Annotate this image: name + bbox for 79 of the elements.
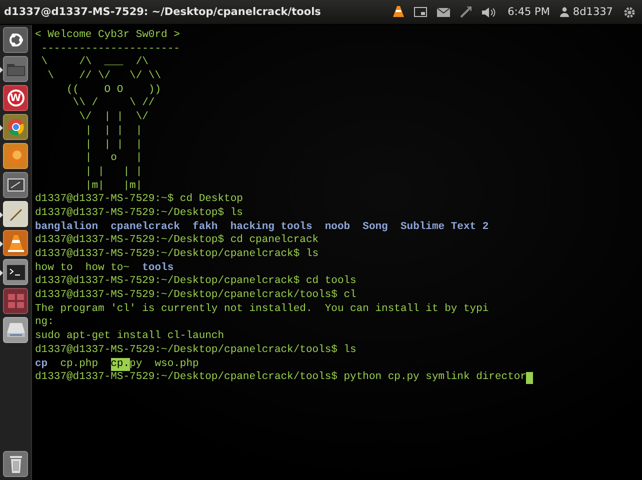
drawing-app-button[interactable] xyxy=(3,172,28,198)
command-text: cl xyxy=(344,289,356,303)
terminal-icon xyxy=(6,264,24,280)
command-text: cd Desktop xyxy=(180,193,243,207)
ascii-art-line: | | | | xyxy=(84,124,142,138)
command-text: ls xyxy=(344,344,356,358)
ascii-art-line: | o | xyxy=(84,152,142,166)
ring-icon xyxy=(6,88,26,108)
circle-logo-icon xyxy=(8,32,24,48)
directory-name: cp xyxy=(35,358,48,371)
monitor-icon[interactable] xyxy=(414,6,427,18)
ascii-art-line: \\ / \ // xyxy=(72,97,155,111)
directory-name: tools xyxy=(142,262,174,275)
traffic-cone-icon[interactable] xyxy=(392,6,404,18)
directory-name: Sublime Text 2 xyxy=(400,220,489,234)
ascii-art-line: \ // \/ \/ \\ xyxy=(46,70,162,84)
ascii-art-line: | | | | xyxy=(84,138,142,152)
trash-can-icon xyxy=(8,456,22,472)
tablet-icon xyxy=(6,178,24,192)
globe-icon xyxy=(6,147,24,165)
directory-name: fakh xyxy=(192,220,218,234)
traffic-cone-icon xyxy=(8,234,24,252)
shell-prompt: d1337@d1337-MS-7529:~$ xyxy=(35,193,174,207)
shell-prompt: d1337@d1337-MS-7529:~/Desktop/cpanelcrack$ xyxy=(35,275,300,289)
folder-icon xyxy=(6,62,24,76)
directory-name: noob xyxy=(324,220,350,234)
dash-button[interactable] xyxy=(3,27,28,53)
ascii-art-line: (( O O )) xyxy=(66,84,162,97)
envelope-icon[interactable] xyxy=(436,8,450,16)
files-button[interactable] xyxy=(3,56,28,82)
directory-name: banglalion xyxy=(35,220,98,234)
shell-prompt: d1337@d1337-MS-7529:~/Desktop$ xyxy=(35,234,224,248)
directory-name: hacking tools xyxy=(230,220,312,234)
app-letter: W xyxy=(10,92,22,104)
directory-name: Song xyxy=(362,220,388,234)
browser-button[interactable] xyxy=(3,114,28,140)
text-editor-button[interactable] xyxy=(3,201,28,227)
command-text: ls xyxy=(306,248,319,262)
trash-button[interactable] xyxy=(3,451,28,477)
terminal-button[interactable] xyxy=(3,259,28,285)
shell-prompt: d1337@d1337-MS-7529:~/Desktop/cpanelcrack/tools$ xyxy=(35,371,338,385)
command-text: cd cpanelcrack xyxy=(230,234,319,248)
file-name: cp.php xyxy=(60,358,98,371)
file-name: cp.py xyxy=(110,358,142,372)
ascii-art-line: |m| |m| xyxy=(84,180,142,193)
command-text: ls xyxy=(230,206,243,221)
ascii-art-line: \/ | | \/ xyxy=(78,111,148,125)
drive-button[interactable] xyxy=(3,317,28,343)
output-text: ng: xyxy=(35,316,54,330)
shell-prompt: d1337@d1337-MS-7529:~/Desktop/cpanelcrack$ xyxy=(35,248,300,262)
settings-icon[interactable] xyxy=(623,6,636,18)
ascii-art-line: \ /\ ___ /\ xyxy=(40,56,148,70)
directory-name: cpanelcrack xyxy=(110,220,180,234)
drive-icon xyxy=(6,323,24,337)
ascii-art-line: ---------------------- xyxy=(40,42,180,56)
person-icon[interactable] xyxy=(560,7,569,17)
clock[interactable]: 6:45 PM xyxy=(508,6,550,18)
command-text: python cp.py symlink director xyxy=(344,371,526,385)
round-logo-icon xyxy=(6,118,24,136)
file-name: how to~ xyxy=(85,262,130,275)
file-name: how to xyxy=(35,262,73,275)
window-title: d1337@d1337-MS-7529: ~/Desktop/cpanelcrack/tools xyxy=(4,6,322,18)
shell-prompt: d1337@d1337-MS-7529:~/Desktop/cpanelcrack/tools$ xyxy=(35,289,338,303)
workspace-switcher-button[interactable] xyxy=(3,288,28,314)
media-player-button[interactable] xyxy=(3,230,28,256)
shell-prompt: d1337@d1337-MS-7529:~/Desktop/cpanelcrack/tools$ xyxy=(35,344,338,358)
file-name: wso.php xyxy=(154,358,199,371)
output-text: The program 'cl' is currently not installed. You can install it by typi xyxy=(35,302,489,316)
command-text: cd tools xyxy=(306,275,356,289)
grid-icon xyxy=(6,293,24,309)
ascii-art-line: < Welcome Cyb3r Sw0rd > xyxy=(35,29,180,43)
app-button[interactable]: W xyxy=(3,85,28,111)
shell-prompt: d1337@d1337-MS-7529:~/Desktop$ xyxy=(35,206,224,221)
pen-icon xyxy=(8,206,24,222)
output-text: sudo apt-get install cl-launch xyxy=(35,330,224,344)
speaker-icon[interactable] xyxy=(482,6,496,18)
user-name[interactable]: 8d1337 xyxy=(572,6,613,18)
ascii-art-line: | | | | xyxy=(84,166,142,180)
network-icon[interactable] xyxy=(460,6,472,18)
